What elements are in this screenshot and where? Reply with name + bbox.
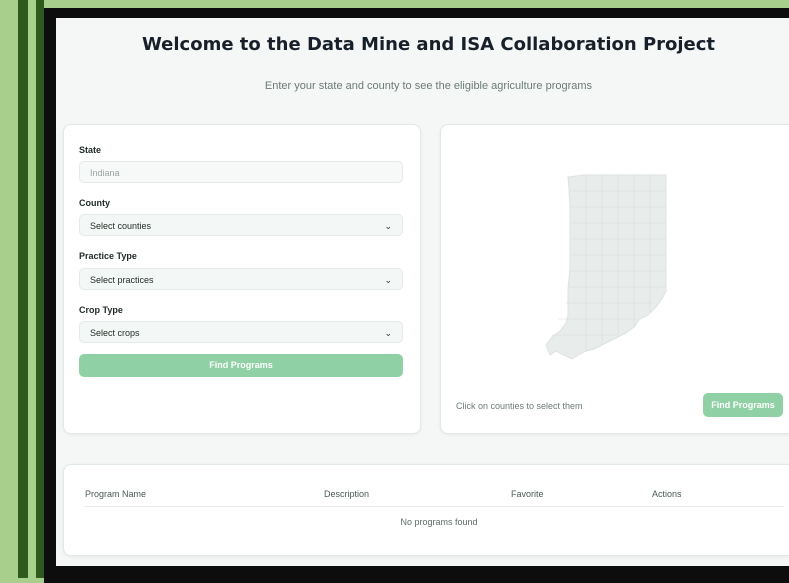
county-label: County (79, 198, 110, 208)
practice-select[interactable]: Select practices ⌄ (79, 268, 403, 290)
indiana-county-map[interactable] (536, 169, 671, 369)
app-page: Welcome to the Data Mine and ISA Collabo… (56, 18, 789, 566)
filter-form-card: State Indiana County Select counties ⌄ P… (63, 124, 421, 434)
crop-select[interactable]: Select crops ⌄ (79, 321, 403, 343)
state-input[interactable]: Indiana (79, 161, 403, 183)
county-map-card: Click on counties to select them Find Pr… (440, 124, 789, 434)
page-title: Welcome to the Data Mine and ISA Collabo… (141, 34, 716, 55)
find-programs-button[interactable]: Find Programs (79, 354, 403, 377)
results-table-card: Program Name Description Favorite Action… (63, 464, 789, 556)
chevron-down-icon: ⌄ (384, 328, 392, 338)
chevron-down-icon: ⌄ (384, 275, 392, 285)
decor-stripe (18, 0, 28, 578)
column-header-favorite[interactable]: Favorite (511, 489, 544, 499)
practice-label: Practice Type (79, 251, 137, 261)
map-find-programs-button[interactable]: Find Programs (703, 393, 783, 417)
practice-select-value: Select practices (90, 275, 154, 285)
chevron-down-icon: ⌄ (384, 221, 392, 231)
table-header-divider (84, 506, 784, 507)
column-header-program-name[interactable]: Program Name (85, 489, 146, 499)
decor-stripe (36, 0, 44, 578)
column-header-actions[interactable]: Actions (652, 489, 682, 499)
page-subtitle: Enter your state and county to see the e… (264, 80, 593, 92)
crop-label: Crop Type (79, 305, 123, 315)
crop-select-value: Select crops (90, 328, 140, 338)
empty-results-message: No programs found (400, 517, 478, 527)
column-header-description[interactable]: Description (324, 489, 369, 499)
county-select[interactable]: Select counties ⌄ (79, 214, 403, 236)
state-label: State (79, 145, 102, 155)
county-select-value: Select counties (90, 221, 152, 231)
map-hint-text: Click on counties to select them (456, 401, 583, 411)
